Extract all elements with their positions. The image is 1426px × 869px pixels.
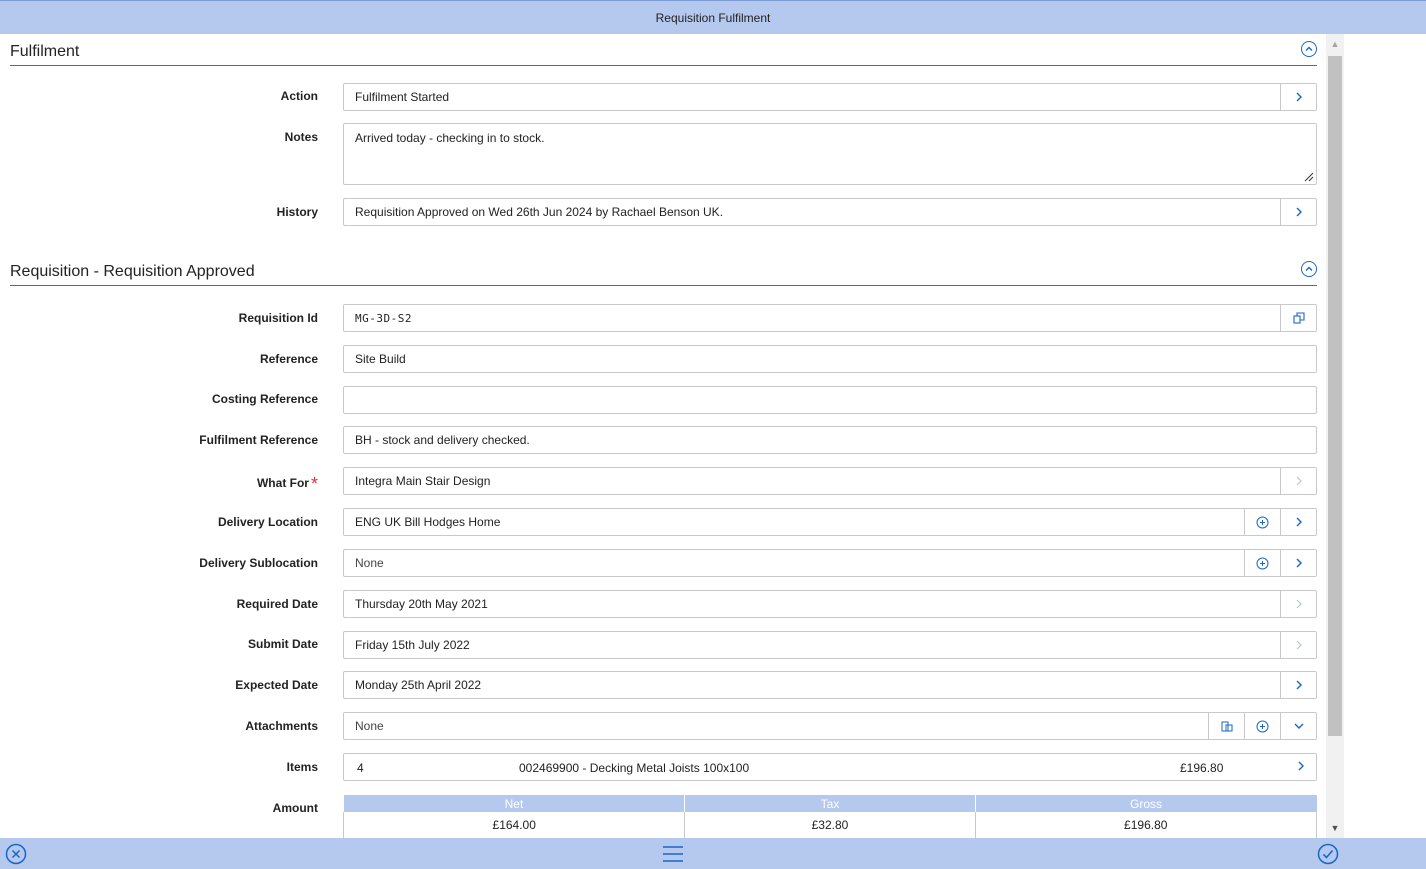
requisition-id-field[interactable]: MG-3D-S2 <box>343 304 1317 332</box>
items-total: £196.80 <box>1180 761 1224 775</box>
amount-header-gross: Gross <box>974 795 1317 812</box>
requisition-section-header: Requisition - Requisition Approved <box>10 254 1317 286</box>
items-label: Items <box>286 760 318 774</box>
chevron-up-circle-icon[interactable] <box>1301 261 1317 277</box>
action-label: Action <box>280 89 318 103</box>
submit-date-label: Submit Date <box>247 637 318 651</box>
what-for-value: Integra Main Stair Design <box>355 474 491 488</box>
items-count: 4 <box>357 761 364 775</box>
costing-reference-label: Costing Reference <box>211 392 318 406</box>
amount-header-tax: Tax <box>684 795 975 812</box>
chevron-right-icon[interactable] <box>1280 550 1316 576</box>
table-row: £164.00 £32.80 £196.80 <box>342 812 1317 838</box>
amount-table: Net Tax Gross £164.00 £32.80 £196.80 <box>342 795 1317 838</box>
delivery-sublocation-label: Delivery Sublocation <box>199 556 318 570</box>
vertical-scrollbar[interactable]: ▲ ▼ <box>1326 34 1344 838</box>
amount-gross-value: £196.80 <box>974 812 1317 838</box>
action-field[interactable]: Fulfilment Started <box>343 83 1317 111</box>
resize-grip-icon[interactable] <box>1304 172 1314 182</box>
chevron-right-icon[interactable] <box>1280 468 1316 494</box>
attachments-field[interactable]: None <box>343 712 1317 740</box>
chevron-right-icon[interactable] <box>1296 760 1306 775</box>
history-value: Requisition Approved on Wed 26th Jun 202… <box>355 205 724 219</box>
costing-reference-field[interactable] <box>343 386 1317 414</box>
hamburger-menu-icon[interactable] <box>662 843 684 865</box>
chevron-right-icon[interactable] <box>1280 199 1316 225</box>
chevron-down-icon[interactable] <box>1280 713 1316 739</box>
what-for-field[interactable]: Integra Main Stair Design <box>343 467 1317 495</box>
chevron-right-icon[interactable] <box>1280 509 1316 535</box>
scroll-thumb[interactable] <box>1328 56 1342 736</box>
requisition-id-value: MG-3D-S2 <box>355 311 412 325</box>
chevron-right-icon[interactable] <box>1280 632 1316 658</box>
reference-label: Reference <box>259 352 318 366</box>
amount-header-net: Net <box>343 795 685 812</box>
delivery-location-field[interactable]: ENG UK Bill Hodges Home <box>343 508 1317 536</box>
fulfilment-reference-value: BH - stock and delivery checked. <box>355 433 530 447</box>
form-content: Fulfilment Action Fulfilment Started Not… <box>0 34 1326 838</box>
history-field[interactable]: Requisition Approved on Wed 26th Jun 202… <box>343 198 1317 226</box>
notes-label: Notes <box>284 130 318 144</box>
notes-value: Arrived today - checking in to stock. <box>355 131 545 145</box>
expected-date-field[interactable]: Monday 25th April 2022 <box>343 671 1317 699</box>
reference-value: Site Build <box>355 352 406 366</box>
attachments-label: Attachments <box>245 719 318 733</box>
amount-label: Amount <box>272 801 318 815</box>
action-value: Fulfilment Started <box>355 90 450 104</box>
requisition-id-label: Requisition Id <box>238 311 318 325</box>
notes-textarea[interactable]: Arrived today - checking in to stock. <box>343 123 1317 185</box>
required-date-field[interactable]: Thursday 20th May 2021 <box>343 590 1317 618</box>
submit-date-value: Friday 15th July 2022 <box>355 638 470 652</box>
expected-date-value: Monday 25th April 2022 <box>355 678 482 692</box>
items-field[interactable]: 4 002469900 - Decking Metal Joists 100x1… <box>343 753 1317 781</box>
title-bar: Requisition Fulfilment <box>0 0 1426 34</box>
chevron-right-icon[interactable] <box>1280 591 1316 617</box>
copy-icon[interactable] <box>1280 305 1316 331</box>
delivery-sublocation-field[interactable]: None <box>343 549 1317 577</box>
delivery-sublocation-value: None <box>355 556 384 570</box>
scroll-down-arrow-icon[interactable]: ▼ <box>1326 820 1344 836</box>
fulfilment-reference-label: Fulfilment Reference <box>199 433 318 447</box>
attachments-value: None <box>355 719 384 733</box>
window-title: Requisition Fulfilment <box>655 10 771 25</box>
required-marker: * <box>310 474 318 494</box>
fulfilment-reference-field[interactable]: BH - stock and delivery checked. <box>343 426 1317 454</box>
bottom-toolbar <box>0 838 1426 869</box>
delivery-location-value: ENG UK Bill Hodges Home <box>355 515 501 529</box>
reference-field[interactable]: Site Build <box>343 345 1317 373</box>
amount-tax-value: £32.80 <box>684 812 976 838</box>
chevron-up-circle-icon[interactable] <box>1301 41 1317 57</box>
amount-net-value: £164.00 <box>342 812 686 838</box>
requisition-section-title: Requisition - Requisition Approved <box>10 263 255 280</box>
paste-icon[interactable] <box>1208 713 1244 739</box>
check-circle-icon[interactable] <box>1317 843 1339 865</box>
items-description: 002469900 - Decking Metal Joists 100x100 <box>519 761 750 775</box>
expected-date-label: Expected Date <box>235 678 318 692</box>
scroll-up-arrow-icon[interactable]: ▲ <box>1326 36 1344 52</box>
chevron-right-icon[interactable] <box>1280 84 1316 110</box>
fulfilment-section-header: Fulfilment <box>10 34 1317 66</box>
add-circle-icon[interactable] <box>1244 713 1280 739</box>
delivery-location-label: Delivery Location <box>217 515 318 529</box>
add-circle-icon[interactable] <box>1244 509 1280 535</box>
fulfilment-section-title: Fulfilment <box>10 43 80 60</box>
required-date-value: Thursday 20th May 2021 <box>355 597 488 611</box>
close-circle-icon[interactable] <box>5 843 27 865</box>
add-circle-icon[interactable] <box>1244 550 1280 576</box>
submit-date-field[interactable]: Friday 15th July 2022 <box>343 631 1317 659</box>
chevron-right-icon[interactable] <box>1280 672 1316 698</box>
what-for-label: What For * <box>256 471 318 494</box>
what-for-label-text: What For <box>256 476 309 490</box>
required-date-label: Required Date <box>236 597 318 611</box>
history-label: History <box>276 205 318 219</box>
